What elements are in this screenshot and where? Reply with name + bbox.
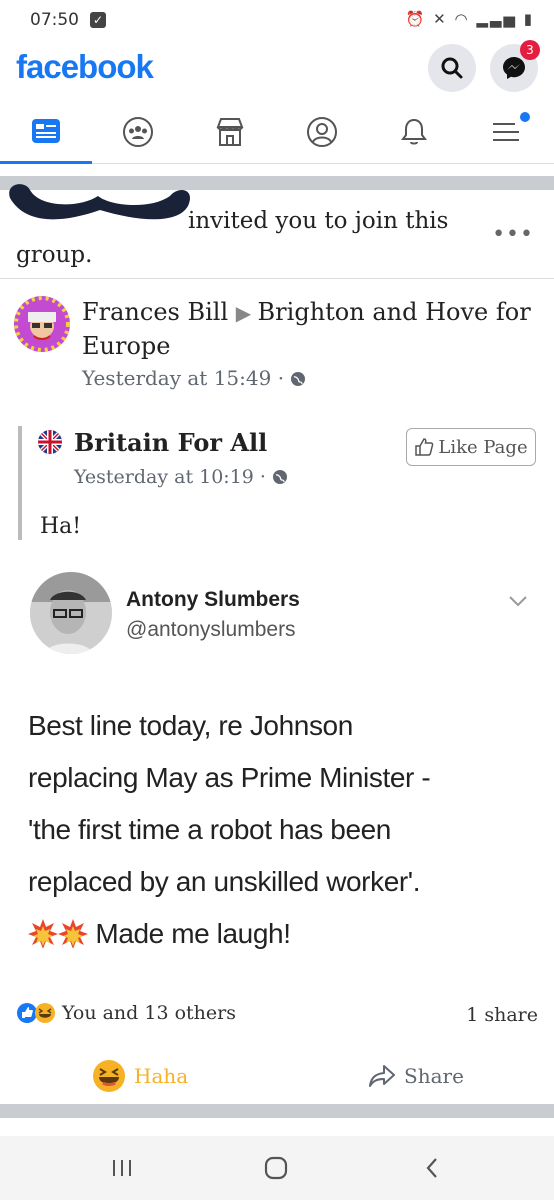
recent-apps-button[interactable] xyxy=(92,1150,152,1186)
status-bar: 07:50 ✓ ⏰ ✕ ◠ ▂▃▅ ▮ xyxy=(0,0,554,40)
haha-emoji-icon xyxy=(93,1060,125,1092)
author-avatar-image xyxy=(14,296,70,352)
tweet-author-name: Antony Slumbers xyxy=(126,588,300,611)
messenger-button[interactable]: 3 xyxy=(490,40,540,92)
post-caption: Ha! xyxy=(40,514,82,539)
tweet-avatar xyxy=(30,572,112,654)
tab-menu[interactable] xyxy=(460,100,552,164)
globe-icon xyxy=(291,372,306,386)
reactions-text: You and 13 others xyxy=(62,1002,236,1024)
tweet-line-last: Made me laugh! xyxy=(28,908,538,960)
tweet-line: replaced by an unskilled worker'. xyxy=(28,866,421,897)
share-label: Share xyxy=(404,1064,464,1088)
shares-count[interactable]: 1 share xyxy=(466,1004,538,1026)
share-button[interactable]: Share xyxy=(368,1056,464,1096)
invite-message: invited you to join this group. xyxy=(16,208,449,268)
post-timestamp[interactable]: Yesterday at 15:49 · xyxy=(82,366,284,390)
thumbs-up-icon xyxy=(415,438,434,456)
profile-icon xyxy=(307,117,337,147)
like-page-label: Like Page xyxy=(438,436,528,458)
messenger-badge: 3 xyxy=(520,40,540,60)
haha-label: Haha xyxy=(134,1064,189,1088)
tab-news-feed[interactable] xyxy=(0,100,92,164)
tab-profile[interactable] xyxy=(276,100,368,164)
tweet-text: Best line today, re Johnson replacing Ma… xyxy=(28,700,538,960)
checkbox-notification-icon: ✓ xyxy=(90,12,106,28)
post-meta: Yesterday at 15:49 · xyxy=(82,366,306,390)
shared-timestamp[interactable]: Yesterday at 10:19 · xyxy=(74,466,266,488)
tweet-line: Made me laugh! xyxy=(95,918,291,949)
shared-post-meta: Yesterday at 10:19 · xyxy=(74,466,288,488)
messenger-icon xyxy=(503,57,525,79)
post-author[interactable]: Frances Bill xyxy=(82,298,228,326)
arrow-right-icon: ▶ xyxy=(235,301,258,325)
tab-marketplace[interactable] xyxy=(184,100,276,164)
menu-icon xyxy=(493,123,519,141)
globe-icon xyxy=(273,470,287,484)
shared-page-name[interactable]: Britain For All xyxy=(74,428,267,457)
collision-emoji-icon xyxy=(58,919,88,948)
author-avatar[interactable] xyxy=(14,296,70,352)
system-status-icons: ⏰ ✕ ◠ ▂▃▅ ▮ xyxy=(405,10,534,28)
like-page-button[interactable]: Like Page xyxy=(406,428,536,466)
union-flag-icon xyxy=(38,430,62,454)
home-icon xyxy=(264,1156,288,1180)
tweet-avatar-image xyxy=(30,572,112,654)
shared-quote-bar xyxy=(18,426,22,540)
page-avatar[interactable] xyxy=(38,430,62,454)
tweet-line: Best line today, re Johnson xyxy=(28,710,353,741)
main-nav xyxy=(0,100,554,164)
tweet-author-handle: @antonyslumbers xyxy=(126,618,296,641)
home-button[interactable] xyxy=(246,1150,306,1186)
reactions-summary[interactable]: You and 13 others xyxy=(16,1002,236,1024)
post-header: Frances Bill ▶ Brighton and Hove for Eur… xyxy=(82,296,542,363)
groups-icon xyxy=(123,117,153,147)
search-icon xyxy=(441,57,463,79)
chevron-down-icon xyxy=(509,596,527,607)
tab-notifications[interactable] xyxy=(368,100,460,164)
haha-reaction-icon xyxy=(35,1003,55,1023)
bell-icon xyxy=(401,118,427,145)
search-button[interactable] xyxy=(428,44,476,92)
invite-divider xyxy=(0,278,554,279)
back-icon xyxy=(426,1158,437,1178)
facebook-logo[interactable]: facebook xyxy=(16,48,154,86)
marketplace-icon xyxy=(216,118,244,146)
back-button[interactable] xyxy=(402,1150,462,1186)
tab-groups[interactable] xyxy=(92,100,184,164)
more-options-button[interactable]: ••• xyxy=(492,222,534,247)
news-feed-icon xyxy=(32,118,60,143)
tweet-line: 'the first time a robot has been xyxy=(28,814,391,845)
system-navigation-bar xyxy=(0,1136,554,1200)
collision-emoji-icon xyxy=(28,919,58,948)
menu-notification-dot xyxy=(520,112,530,122)
haha-button[interactable]: Haha xyxy=(92,1056,188,1096)
status-time: 07:50 xyxy=(30,10,79,30)
feed-separator-bottom xyxy=(0,1104,554,1118)
group-invite-text[interactable]: invited you to join this group. xyxy=(16,204,506,272)
top-bar: facebook 3 xyxy=(0,40,554,96)
recent-apps-icon xyxy=(113,1160,131,1176)
share-arrow-icon xyxy=(369,1065,395,1087)
tweet-line: replacing May as Prime Minister - xyxy=(28,762,431,793)
